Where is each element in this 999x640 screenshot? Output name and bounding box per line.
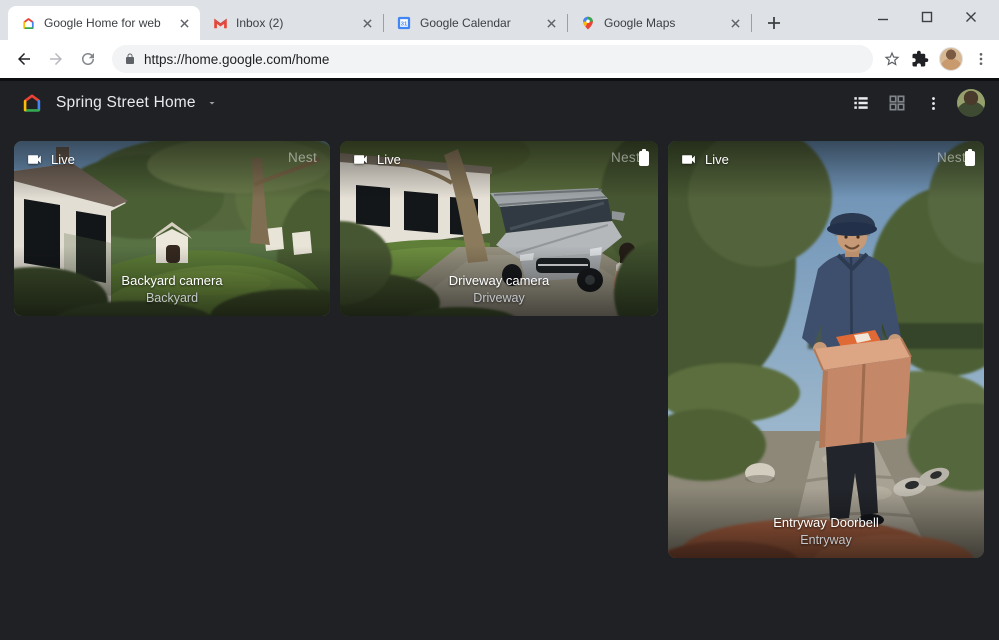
address-bar[interactable]: https://home.google.com/home [112, 45, 873, 73]
bookmark-star-icon[interactable] [883, 50, 901, 68]
list-view-button[interactable] [843, 85, 879, 121]
videocam-icon [680, 151, 697, 168]
live-badge: Live [352, 151, 401, 168]
close-icon[interactable] [176, 15, 192, 31]
videocam-icon [352, 151, 369, 168]
nest-watermark: Nest [611, 150, 640, 165]
camera-card-backyard[interactable]: Live Nest Backyard camera Backyard [14, 141, 330, 316]
battery-icon [639, 149, 649, 166]
camera-room: Driveway [340, 291, 658, 305]
reload-button[interactable] [74, 45, 102, 73]
close-window-button[interactable] [949, 2, 993, 32]
camera-room: Entryway [668, 533, 984, 547]
camera-card-driveway[interactable]: Live Nest Driveway camera Driveway [340, 141, 658, 316]
live-label: Live [51, 152, 75, 167]
browser-menu-kebab-icon[interactable] [973, 51, 989, 67]
videocam-icon [26, 151, 43, 168]
battery-icon [965, 149, 975, 166]
home-name[interactable]: Spring Street Home [56, 94, 196, 112]
gmail-favicon [212, 15, 228, 31]
tab-title: Google Maps [604, 16, 719, 30]
back-button[interactable] [10, 45, 38, 73]
tab-google-calendar[interactable]: 31 Google Calendar [384, 6, 567, 40]
svg-text:31: 31 [401, 21, 408, 27]
camera-grid: Live Nest Backyard camera Backyard [0, 125, 999, 640]
tab-title: Inbox (2) [236, 16, 351, 30]
live-label: Live [377, 152, 401, 167]
grid-view-button[interactable] [879, 85, 915, 121]
tab-google-home[interactable]: Google Home for web [8, 6, 200, 40]
tab-inbox[interactable]: Inbox (2) [200, 6, 383, 40]
nest-watermark: Nest [288, 150, 317, 165]
live-label: Live [705, 152, 729, 167]
tab-strip: Google Home for web Inbox (2) [0, 0, 999, 40]
home-switcher-caret-icon[interactable] [206, 97, 218, 109]
camera-room: Backyard [14, 291, 330, 305]
nest-watermark: Nest [937, 150, 966, 165]
browser-toolbar: https://home.google.com/home [0, 40, 999, 78]
app-menu-kebab-icon[interactable] [915, 85, 951, 121]
camera-labels: Backyard camera Backyard [14, 273, 330, 305]
new-tab-button[interactable] [760, 9, 788, 37]
camera-name: Entryway Doorbell [668, 515, 984, 530]
camera-name: Backyard camera [14, 273, 330, 288]
browser-profile-avatar[interactable] [939, 47, 963, 71]
live-badge: Live [680, 151, 729, 168]
google-home-favicon [20, 15, 36, 31]
camera-name: Driveway camera [340, 273, 658, 288]
google-home-app: Spring Street Home [0, 78, 999, 640]
live-badge: Live [26, 151, 75, 168]
window-controls [861, 0, 993, 34]
lock-icon [124, 52, 136, 66]
google-maps-favicon [580, 15, 596, 31]
tab-title: Google Home for web [44, 16, 168, 30]
browser-window: Google Home for web Inbox (2) [0, 0, 999, 640]
account-avatar[interactable] [957, 89, 985, 117]
entryway-video-frame [668, 141, 984, 558]
extensions-icon[interactable] [911, 50, 929, 68]
camera-card-entryway[interactable]: Live Nest Entryway Doorbell Entryway [668, 141, 984, 558]
minimize-button[interactable] [861, 2, 905, 32]
tab-google-maps[interactable]: Google Maps [568, 6, 751, 40]
close-icon[interactable] [359, 15, 375, 31]
forward-button[interactable] [42, 45, 70, 73]
google-home-logo [20, 91, 44, 115]
google-calendar-favicon: 31 [396, 15, 412, 31]
close-icon[interactable] [727, 15, 743, 31]
maximize-button[interactable] [905, 2, 949, 32]
toolbar-right [883, 47, 991, 71]
app-header: Spring Street Home [0, 81, 999, 125]
tab-title: Google Calendar [420, 16, 535, 30]
url-text: https://home.google.com/home [144, 52, 329, 67]
camera-labels: Entryway Doorbell Entryway [668, 515, 984, 547]
close-icon[interactable] [543, 15, 559, 31]
tab-divider [751, 14, 752, 32]
camera-labels: Driveway camera Driveway [340, 273, 658, 305]
